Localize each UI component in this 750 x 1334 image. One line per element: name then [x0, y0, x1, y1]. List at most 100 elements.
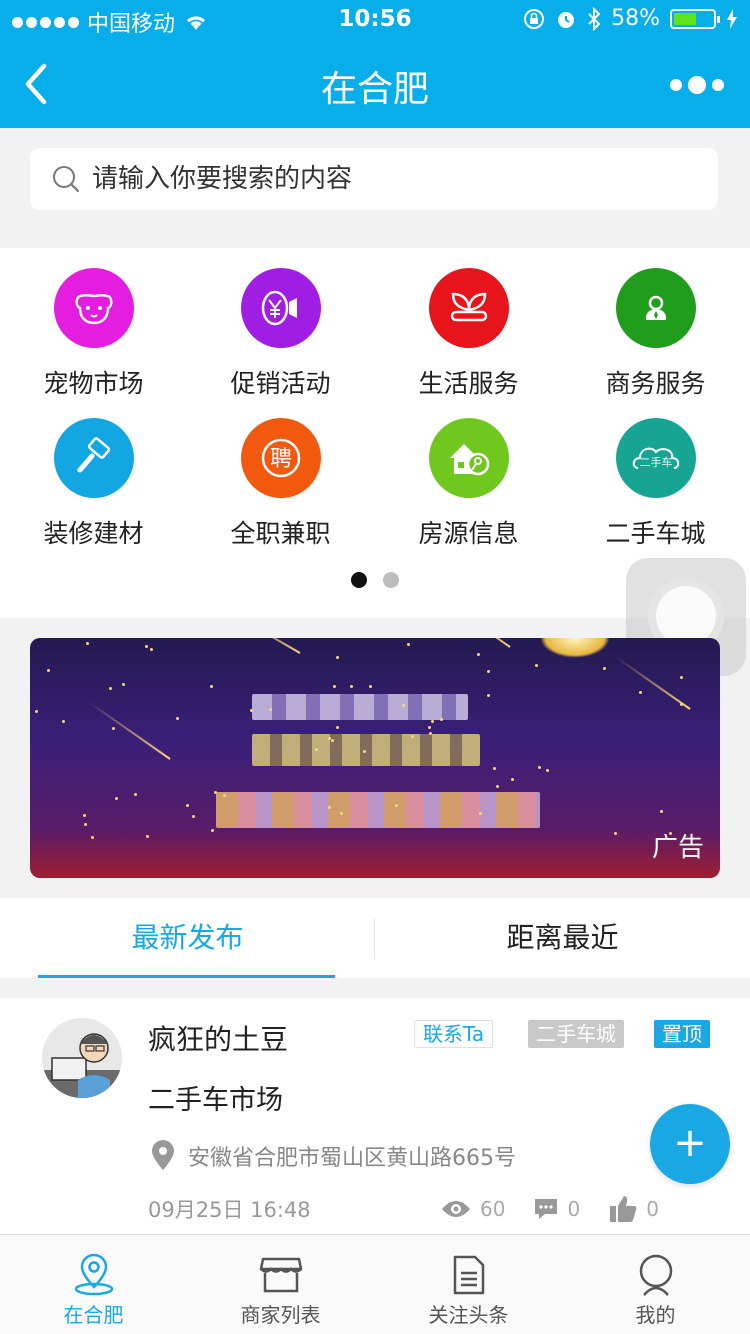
- banner-star: [62, 720, 65, 723]
- rotation-lock-icon: [524, 8, 545, 29]
- banner-star: [340, 812, 343, 815]
- category-badge: 二手车城: [528, 1020, 624, 1048]
- add-post-button[interactable]: +: [650, 1104, 730, 1184]
- banner-star: [496, 785, 499, 788]
- category-promotion[interactable]: 促销活动: [187, 268, 374, 400]
- banner-star: [328, 806, 331, 809]
- banner-star: [535, 664, 538, 667]
- category-label: 房源信息: [418, 519, 519, 548]
- banner-star: [223, 794, 226, 797]
- tabbar-item-stores[interactable]: 商家列表: [187, 1235, 374, 1334]
- banner-star: [440, 718, 443, 721]
- banner-star: [35, 710, 38, 713]
- tabbar-label: 商家列表: [240, 1303, 321, 1327]
- thumbs-up-icon: [610, 1196, 637, 1222]
- banner-star: [477, 653, 480, 656]
- banner-moon: [540, 638, 610, 658]
- banner-star: [210, 685, 213, 688]
- avatar[interactable]: [42, 1018, 122, 1098]
- category-decoration[interactable]: 装修建材: [0, 418, 187, 550]
- used-car-icon: 二手车: [615, 418, 696, 498]
- banner-star: [176, 717, 179, 720]
- post-card[interactable]: 疯狂的土豆 联系Ta 二手车城 置顶 二手车市场 安徽省合肥市蜀山区黄山路665…: [0, 998, 750, 1234]
- category-label: 生活服务: [418, 369, 519, 398]
- feed-tabs: 最新发布 距离最近: [0, 898, 750, 978]
- ad-banner[interactable]: 广告: [30, 638, 720, 878]
- banner-star: [395, 804, 398, 807]
- contact-button[interactable]: 联系Ta: [414, 1020, 494, 1048]
- banner-star: [407, 643, 410, 646]
- hire-icon: 聘: [240, 418, 321, 498]
- banner-star: [186, 804, 189, 807]
- banner-star: [250, 709, 253, 712]
- banner-streak: [443, 638, 511, 648]
- tab-nearest[interactable]: 距离最近: [375, 898, 750, 978]
- hire-glyph: 聘: [269, 447, 291, 472]
- banner-star: [331, 739, 334, 742]
- search-section: [0, 128, 750, 248]
- store-icon: [259, 1257, 303, 1293]
- tab-latest[interactable]: 最新发布: [0, 898, 375, 978]
- likes-stat[interactable]: 0: [608, 1194, 659, 1224]
- status-right: 58%: [523, 6, 738, 31]
- sprout-icon: [428, 268, 509, 348]
- search-input[interactable]: [92, 164, 652, 194]
- category-jobs[interactable]: 聘 全职兼职: [187, 418, 374, 550]
- top-bar: 中国移动 10:56 58% 在合肥: [0, 0, 750, 128]
- page-dot[interactable]: [351, 572, 367, 588]
- tabbar-item-headlines[interactable]: 关注头条: [375, 1235, 562, 1334]
- banner-star: [487, 694, 490, 697]
- banner-star: [350, 685, 353, 688]
- banner-star: [146, 835, 149, 838]
- banner-star: [669, 832, 672, 835]
- category-life-service[interactable]: 生活服务: [375, 268, 562, 400]
- banner-star: [428, 726, 431, 729]
- category-used-car[interactable]: 二手车 二手车城: [562, 418, 749, 550]
- tabbar-item-mine[interactable]: 我的: [562, 1235, 749, 1334]
- banner-star: [336, 656, 339, 659]
- category-label: 宠物市场: [43, 369, 144, 398]
- banner-star: [211, 829, 214, 832]
- tabbar-label: 在合肥: [63, 1303, 124, 1327]
- banner-star: [145, 645, 148, 648]
- more-menu-icon[interactable]: [670, 76, 724, 94]
- pet-dog-icon: [53, 268, 134, 348]
- banner-star: [112, 727, 115, 730]
- post-stats: 60 0 0: [440, 1194, 687, 1224]
- banner-star: [402, 704, 405, 707]
- banner-star: [493, 767, 496, 770]
- post-address: 安徽省合肥市蜀山区黄山路665号: [150, 1140, 516, 1172]
- banner-star: [86, 642, 89, 645]
- banner-star: [614, 832, 617, 835]
- post-author[interactable]: 疯狂的土豆: [148, 1018, 288, 1058]
- category-business-service[interactable]: 商务服务: [562, 268, 749, 400]
- banner-star: [84, 823, 87, 826]
- battery-percent: 58%: [611, 6, 660, 31]
- banner-star: [479, 812, 482, 815]
- banner-star: [538, 766, 541, 769]
- category-housing[interactable]: 房源信息: [375, 418, 562, 550]
- views-count: 60: [480, 1197, 506, 1221]
- category-pet-market[interactable]: 宠物市场: [0, 268, 187, 400]
- alarm-icon: [558, 11, 575, 28]
- comments-stat[interactable]: 0: [533, 1197, 580, 1221]
- banner-star: [192, 815, 195, 818]
- page-dot[interactable]: [383, 572, 399, 588]
- tabbar-label: 关注头条: [428, 1303, 509, 1327]
- banner-star: [269, 708, 272, 711]
- search-icon: [53, 166, 80, 193]
- banner-star: [429, 732, 432, 735]
- views-stat: 60: [440, 1197, 505, 1221]
- banner-star: [680, 676, 683, 679]
- banner-star: [411, 735, 414, 738]
- banner-streak: [87, 700, 171, 760]
- address-text: 安徽省合肥市蜀山区黄山路665号: [188, 1146, 516, 1171]
- bluetooth-icon: [588, 6, 601, 31]
- banner-blurred-text: [216, 792, 540, 828]
- tabbar-item-home[interactable]: 在合肥: [0, 1235, 187, 1334]
- post-title[interactable]: 二手车市场: [148, 1078, 283, 1117]
- search-box[interactable]: [30, 148, 718, 210]
- banner-star: [660, 810, 663, 813]
- banner-star: [336, 726, 339, 729]
- banner-star: [122, 683, 125, 686]
